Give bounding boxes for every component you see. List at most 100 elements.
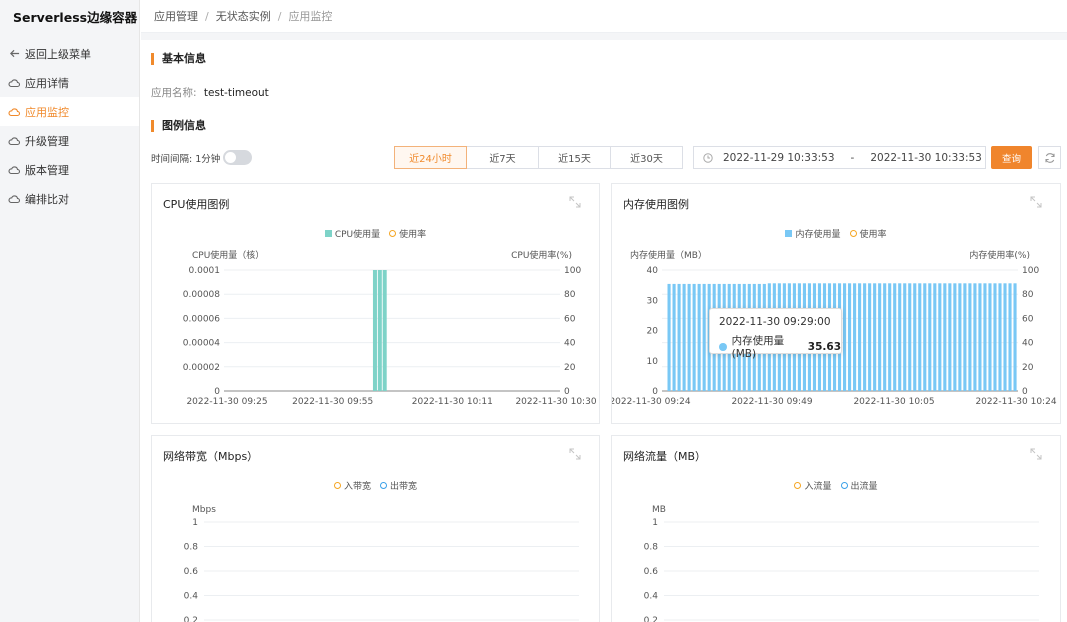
breadcrumb-separator: /	[205, 9, 209, 23]
back-menu-item[interactable]: 返回上级菜单	[0, 39, 139, 68]
sidebar-item-upgrade[interactable]: 升级管理	[0, 126, 139, 155]
interval-label: 时间间隔: 1分钟	[151, 154, 221, 165]
memory-bar	[888, 283, 892, 391]
memory-bar	[1008, 283, 1012, 391]
date-separator: -	[850, 151, 855, 164]
cpu-chart-plot: CPU使用量（核） CPU使用率(%) 0 20 40 60 80 100 0 0.00002 0.…	[183, 249, 597, 407]
sidebar: Serverless边缘容器 返回上级菜单 应用详情 应用监控 升级管理 版本管…	[0, 0, 140, 622]
cpu-bar	[382, 270, 387, 391]
y-tick-label-left: 0.00008	[183, 290, 220, 300]
breadcrumb: 应用管理 / 无状态实例 / 应用监控	[141, 0, 1067, 33]
start-date[interactable]: 2022-11-29 10:33:53	[723, 152, 835, 164]
bandwidth-chart-plot: Mbps 1 0.8 0.6 0.4 0.2	[184, 505, 579, 622]
y-tick-label: 1	[192, 518, 198, 528]
memory-bar	[878, 283, 882, 391]
x-tick-label: 2022-11-30 09:49	[731, 397, 812, 407]
x-tick-label: 2022-11-30 09:24	[612, 397, 691, 407]
y-tick-label: 0.8	[644, 543, 659, 553]
x-tick-label: 2022-11-30 09:25	[186, 397, 267, 407]
refresh-icon	[1044, 152, 1056, 164]
app-brand: Serverless边缘容器	[13, 10, 138, 25]
memory-bar	[858, 283, 862, 391]
memory-bar	[943, 283, 947, 391]
sidebar-item-version[interactable]: 版本管理	[0, 155, 139, 184]
back-menu-label: 返回上级菜单	[25, 47, 91, 61]
sidebar-item-app-detail[interactable]: 应用详情	[0, 68, 139, 97]
range-15d[interactable]: 近15天	[538, 146, 611, 169]
y-tick-label-right: 20	[1022, 363, 1034, 373]
sidebar-item-label: 应用监控	[25, 105, 69, 119]
memory-bar	[953, 283, 957, 391]
y-tick-label: 0.8	[184, 543, 199, 553]
y-tick-label-left: 0.0001	[189, 266, 221, 276]
memory-bar	[933, 283, 937, 391]
y-tick-label-left: 0	[214, 387, 220, 397]
cloud-icon	[8, 193, 20, 205]
y-tick-label-left: 0.00004	[183, 339, 220, 349]
range-7d[interactable]: 近7天	[466, 146, 539, 169]
memory-bar	[697, 283, 701, 391]
memory-bar	[702, 283, 706, 391]
memory-bar	[853, 283, 857, 391]
x-tick-label: 2022-11-30 10:05	[853, 397, 934, 407]
end-date[interactable]: 2022-11-30 10:33:53	[870, 152, 982, 164]
memory-bar	[863, 283, 867, 391]
time-range-selector: 近24小时 近7天 近15天 近30天	[394, 146, 683, 169]
bandwidth-chart-panel: 网络带宽（Mbps） 入带宽 出带宽 Mbps 1 0.8 0.6 0.4 0.2	[151, 435, 600, 622]
y-tick-label-left: 0	[652, 387, 658, 397]
app-name-value: test-timeout	[203, 87, 269, 99]
memory-bar	[692, 283, 696, 391]
y-axis-label-left: 内存使用量（MB）	[630, 249, 707, 261]
y-tick-label-left: 20	[647, 327, 659, 337]
memory-bar	[848, 283, 852, 391]
range-24h[interactable]: 近24小时	[394, 146, 467, 169]
cpu-chart-panel: CPU使用图例 CPU使用量 使用率 CPU使用量（核） CPU使用率(%) 0 20…	[151, 183, 600, 424]
y-tick-label-left: 40	[647, 266, 659, 276]
memory-bar	[903, 283, 907, 391]
app-name-label: 应用名称:	[151, 87, 197, 99]
x-tick-label: 2022-11-30 10:30	[515, 397, 596, 407]
y-axis-label-right: 内存使用率(%)	[969, 249, 1030, 261]
y-tick-label-right: 60	[1022, 314, 1034, 324]
breadcrumb-item[interactable]: 无状态实例	[216, 8, 271, 24]
memory-bar	[948, 283, 952, 391]
tooltip-dot	[719, 342, 727, 351]
sidebar-item-app-monitor[interactable]: 应用监控	[0, 97, 139, 126]
memory-bar	[682, 283, 686, 391]
section-title-basic: 基本信息	[151, 53, 206, 65]
y-tick-label-right: 0	[1022, 387, 1028, 397]
y-tick-label: 0.2	[644, 616, 658, 622]
memory-bar	[672, 283, 676, 391]
memory-bar	[958, 283, 962, 391]
memory-bar	[677, 283, 681, 391]
breadcrumb-separator: /	[277, 9, 282, 23]
date-range-picker[interactable]: 2022-11-29 10:33:53 - 2022-11-30 10:33:5…	[693, 146, 986, 169]
sidebar-item-compare[interactable]: 编排比对	[0, 184, 139, 213]
memory-bar	[993, 283, 997, 391]
y-tick-label-right: 40	[1022, 339, 1034, 349]
y-tick-label-left: 10	[647, 357, 659, 367]
memory-bar	[883, 283, 887, 391]
query-button[interactable]: 查询	[991, 146, 1032, 169]
section-title-charts: 图例信息	[151, 120, 206, 132]
memory-bar	[998, 283, 1002, 391]
memory-bar	[898, 283, 902, 391]
y-tick-label-left: 0.00006	[183, 314, 220, 324]
interval-toggle[interactable]	[223, 150, 252, 165]
memory-bar	[667, 283, 671, 391]
memory-chart-panel: 内存使用图例 内存使用量 使用率 内存使用量（MB） 内存使用率(%) 0 20 40 6…	[611, 183, 1061, 424]
cloud-icon	[8, 164, 20, 176]
memory-bar	[893, 283, 897, 391]
breadcrumb-item[interactable]: 应用管理	[154, 8, 198, 24]
range-30d[interactable]: 近30天	[610, 146, 683, 169]
tooltip-value: 35.63	[807, 340, 841, 353]
y-tick-label-right: 40	[564, 339, 576, 349]
y-tick-label-right: 60	[564, 314, 576, 324]
memory-bar	[968, 283, 972, 391]
memory-bar	[1013, 283, 1017, 391]
cloud-icon	[8, 135, 20, 147]
cpu-bar	[377, 270, 382, 391]
clock-icon	[703, 152, 713, 163]
y-axis-label: Mbps	[192, 505, 216, 515]
refresh-button[interactable]	[1038, 146, 1061, 169]
